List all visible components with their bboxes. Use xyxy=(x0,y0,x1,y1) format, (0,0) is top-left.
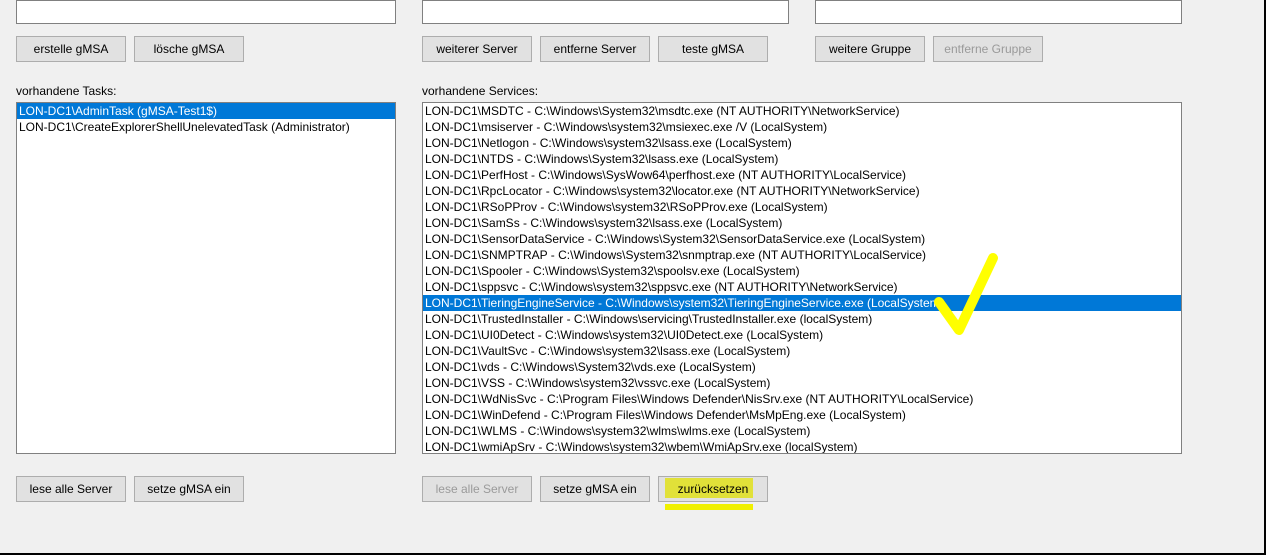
existing-tasks-label: vorhandene Tasks: xyxy=(16,84,396,98)
add-server-button[interactable]: weiterer Server xyxy=(422,36,532,62)
remove-group-button: entferne Gruppe xyxy=(933,36,1043,62)
service-item[interactable]: LON-DC1\PerfHost - C:\Windows\SysWow64\p… xyxy=(423,167,1181,183)
highlight-reset-underline xyxy=(665,504,753,510)
server-combo[interactable] xyxy=(422,0,789,24)
service-item[interactable]: LON-DC1\MSDTC - C:\Windows\System32\msdt… xyxy=(423,103,1181,119)
service-item[interactable]: LON-DC1\SNMPTRAP - C:\Windows\System32\s… xyxy=(423,247,1181,263)
test-gmsa-button[interactable]: teste gMSA xyxy=(658,36,768,62)
service-item[interactable]: LON-DC1\WLMS - C:\Windows\system32\wlms\… xyxy=(423,423,1181,439)
tasks-listbox[interactable]: LON-DC1\AdminTask (gMSA-Test1$)LON-DC1\C… xyxy=(16,102,396,454)
service-item[interactable]: LON-DC1\VSS - C:\Windows\system32\vssvc.… xyxy=(423,375,1181,391)
service-item[interactable]: LON-DC1\wmiApSrv - C:\Windows\system32\w… xyxy=(423,439,1181,454)
existing-services-label: vorhandene Services: xyxy=(422,84,1182,98)
set-gmsa-button-mid[interactable]: setze gMSA ein xyxy=(540,476,650,502)
remove-server-button[interactable]: entferne Server xyxy=(540,36,650,62)
set-gmsa-button-left[interactable]: setze gMSA ein xyxy=(134,476,244,502)
task-item[interactable]: LON-DC1\AdminTask (gMSA-Test1$) xyxy=(17,103,395,119)
service-item[interactable]: LON-DC1\NTDS - C:\Windows\System32\lsass… xyxy=(423,151,1181,167)
service-item[interactable]: LON-DC1\TieringEngineService - C:\Window… xyxy=(423,295,1181,311)
service-item[interactable]: LON-DC1\msiserver - C:\Windows\system32\… xyxy=(423,119,1181,135)
service-item[interactable]: LON-DC1\RSoPProv - C:\Windows\system32\R… xyxy=(423,199,1181,215)
service-item[interactable]: LON-DC1\RpcLocator - C:\Windows\system32… xyxy=(423,183,1181,199)
service-item[interactable]: LON-DC1\TrustedInstaller - C:\Windows\se… xyxy=(423,311,1181,327)
service-item[interactable]: LON-DC1\sppsvc - C:\Windows\system32\spp… xyxy=(423,279,1181,295)
reset-button[interactable]: zurücksetzen xyxy=(658,476,768,502)
read-all-servers-button-mid: lese alle Server xyxy=(422,476,532,502)
add-group-button[interactable]: weitere Gruppe xyxy=(815,36,925,62)
service-item[interactable]: LON-DC1\VaultSvc - C:\Windows\system32\l… xyxy=(423,343,1181,359)
service-item[interactable]: LON-DC1\SensorDataService - C:\Windows\S… xyxy=(423,231,1181,247)
delete-gmsa-button[interactable]: lösche gMSA xyxy=(134,36,244,62)
service-item[interactable]: LON-DC1\vds - C:\Windows\System32\vds.ex… xyxy=(423,359,1181,375)
service-item[interactable]: LON-DC1\Netlogon - C:\Windows\system32\l… xyxy=(423,135,1181,151)
create-gmsa-button[interactable]: erstelle gMSA xyxy=(16,36,126,62)
services-listbox[interactable]: LON-DC1\MSDTC - C:\Windows\System32\msdt… xyxy=(422,102,1182,454)
service-item[interactable]: LON-DC1\WdNisSvc - C:\Program Files\Wind… xyxy=(423,391,1181,407)
service-item[interactable]: LON-DC1\WinDefend - C:\Program Files\Win… xyxy=(423,407,1181,423)
service-item[interactable]: LON-DC1\SamSs - C:\Windows\system32\lsas… xyxy=(423,215,1181,231)
read-all-servers-button-left[interactable]: lese alle Server xyxy=(16,476,126,502)
service-item[interactable]: LON-DC1\Spooler - C:\Windows\System32\sp… xyxy=(423,263,1181,279)
gmsa-combo[interactable] xyxy=(16,0,396,24)
task-item[interactable]: LON-DC1\CreateExplorerShellUnelevatedTas… xyxy=(17,119,395,135)
service-item[interactable]: LON-DC1\UI0Detect - C:\Windows\system32\… xyxy=(423,327,1181,343)
group-combo[interactable] xyxy=(815,0,1182,24)
